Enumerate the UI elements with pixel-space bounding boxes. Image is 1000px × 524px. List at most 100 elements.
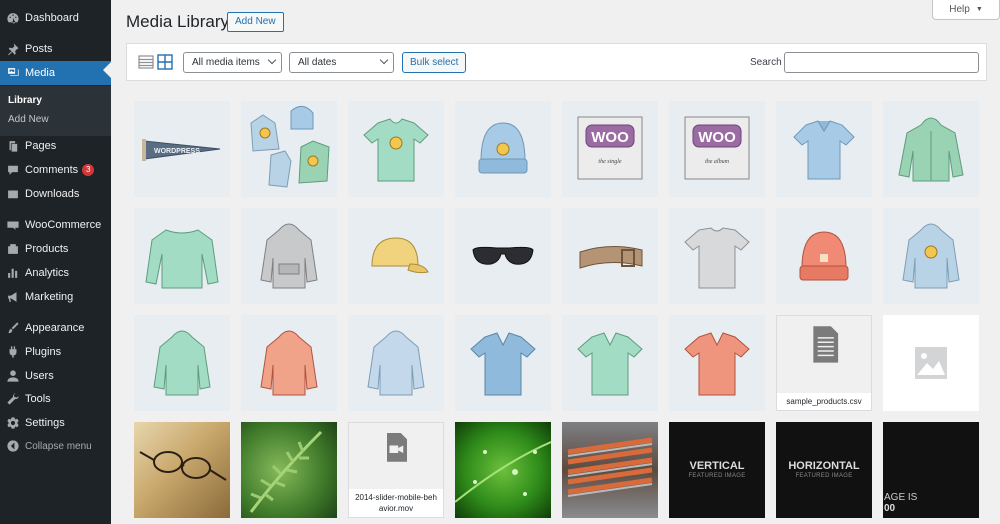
featured-image-subtitle: FEATURED IMAGE (688, 473, 746, 479)
attachment-vneck-tee-green[interactable] (348, 101, 444, 197)
comments-count-badge: 3 (82, 164, 95, 176)
attachment-polo-blue[interactable] (776, 101, 872, 197)
longsleeve-image (145, 229, 219, 289)
sidebar-item-media[interactable]: Media (0, 61, 111, 85)
attachment-hoodie-lightblue[interactable] (348, 315, 444, 411)
grid-view-button[interactable] (157, 54, 173, 70)
attachment-cap-yellow[interactable] (348, 208, 444, 304)
sidebar-item-appearance[interactable]: Appearance (0, 317, 111, 339)
woo-album-image: WOO the album (684, 116, 750, 180)
glasses-photo-image (139, 451, 227, 481)
sidebar-item-marketing[interactable]: Marketing (0, 286, 111, 308)
comment-icon (6, 163, 20, 177)
sidebar-item-analytics[interactable]: Analytics (0, 262, 111, 284)
attachment-vertical-featured-image[interactable]: VERTICAL FEATURED IMAGE (669, 422, 765, 518)
list-view-button[interactable] (138, 54, 154, 70)
sidebar-item-label: Dashboard (25, 12, 79, 24)
tshirt-image (470, 332, 536, 396)
sidebar-item-label: Analytics (25, 267, 70, 279)
bulk-select-button[interactable]: Bulk select (402, 52, 467, 73)
search-label: Search (750, 57, 782, 68)
submenu-item-add-new[interactable]: Add New (8, 114, 49, 125)
sidebar-item-dashboard[interactable]: Dashboard (0, 7, 111, 29)
leaf-drops-photo-image (455, 441, 551, 503)
attachment-food-photo[interactable] (562, 422, 658, 518)
sidebar-item-woocommerce[interactable]: WooCommerce (0, 214, 111, 236)
add-new-button[interactable]: Add New (227, 12, 284, 32)
active-menu-arrow (103, 62, 111, 78)
tshirt-image (363, 118, 429, 182)
settings-icon (6, 416, 20, 430)
featured-image-title: AGE IS (884, 492, 918, 503)
attachment-woo-single[interactable]: WOO the single (562, 101, 658, 197)
sidebar-item-label: WooCommerce (25, 219, 102, 231)
video-file-icon (387, 433, 407, 462)
attachment-logo-collection[interactable] (241, 101, 337, 197)
grid-view-icon (157, 54, 173, 70)
attachment-glasses-photo[interactable] (134, 422, 230, 518)
sidebar-item-posts[interactable]: Posts (0, 38, 111, 60)
sidebar-item-label: Plugins (25, 346, 62, 358)
sidebar-item-plugins[interactable]: Plugins (0, 341, 111, 363)
media-type-filter[interactable]: All media items (183, 52, 282, 73)
sidebar-item-label: Marketing (25, 291, 74, 303)
sidebar-item-label: Users (25, 370, 54, 382)
sidebar-item-pages[interactable]: Pages (0, 135, 111, 157)
sidebar-item-tools[interactable]: Tools (0, 388, 111, 410)
collapse-menu-button[interactable]: Collapse menu (0, 435, 111, 457)
polo-shirt-image (793, 120, 855, 180)
sidebar-item-label: Tools (25, 393, 51, 405)
sidebar-item-label: Media (25, 67, 55, 79)
beanie-image (478, 122, 528, 174)
attachment-csv-file[interactable]: sample_products.csv (776, 315, 872, 411)
attachment-hoodie-orange[interactable] (241, 315, 337, 411)
collapse-icon (6, 439, 20, 453)
attachment-filename: sample_products.csv (777, 393, 871, 410)
belt-image (579, 246, 643, 269)
sidebar-item-settings[interactable]: Settings (0, 412, 111, 434)
sidebar-item-users[interactable]: Users (0, 365, 111, 387)
attachment-beanie-orange[interactable] (776, 208, 872, 304)
featured-image-subtitle: 00 (884, 503, 896, 514)
help-label: Help (949, 4, 970, 15)
attachment-sunglasses[interactable] (455, 208, 551, 304)
attachment-tshirt-gray[interactable] (669, 208, 765, 304)
attachment-longsleeve-green[interactable] (134, 208, 230, 304)
attachment-placeholder-image[interactable] (883, 315, 979, 411)
attachment-hoodie-gray[interactable] (241, 208, 337, 304)
attachment-hoodie-blue-logo[interactable] (883, 208, 979, 304)
attachment-fern-photo[interactable] (241, 422, 337, 518)
attachment-vneck-green[interactable] (562, 315, 658, 411)
chevron-down-icon (379, 55, 389, 65)
help-tab-button[interactable]: Help ▼ (932, 0, 1000, 20)
woocommerce-icon (6, 218, 20, 232)
submenu-item-library[interactable]: Library (8, 95, 42, 106)
admin-sidebar: Dashboard Posts Media Library Add New Pa… (0, 0, 111, 524)
single-caption: the single (598, 159, 621, 165)
attachment-vneck-orange[interactable] (669, 315, 765, 411)
attachment-horizontal-featured-image[interactable]: HORIZONTAL FEATURED IMAGE (776, 422, 872, 518)
attachment-filename: 2014-slider-mobile-behavior.mov (349, 489, 443, 517)
attachment-video-file[interactable]: 2014-slider-mobile-behavior.mov (348, 422, 444, 518)
attachment-pennant[interactable]: WORDPRESS (134, 101, 230, 197)
search-input[interactable] (784, 52, 979, 73)
attachment-partial-featured-image[interactable]: AGE IS 00 (883, 422, 979, 518)
plug-icon (6, 345, 20, 359)
attachment-leaf-drops-photo[interactable] (455, 422, 551, 518)
sunglasses-image (472, 246, 534, 265)
sidebar-item-label: Downloads (25, 188, 80, 200)
featured-image-subtitle: FEATURED IMAGE (795, 473, 853, 479)
attachment-beanie-blue[interactable] (455, 101, 551, 197)
date-filter[interactable]: All dates (289, 52, 394, 73)
attachment-hoodie-green[interactable] (134, 315, 230, 411)
woo-single-image: WOO the single (577, 116, 643, 180)
attachment-woo-album[interactable]: WOO the album (669, 101, 765, 197)
sidebar-item-comments[interactable]: Comments 3 (0, 159, 111, 181)
sidebar-item-products[interactable]: Products (0, 238, 111, 260)
attachment-belt[interactable] (562, 208, 658, 304)
attachment-hoodie-green-zip[interactable] (883, 101, 979, 197)
sidebar-item-downloads[interactable]: Downloads (0, 183, 111, 205)
hoodie-image (153, 330, 211, 396)
woo-logo-text: WOO (591, 129, 629, 146)
attachment-vneck-blue[interactable] (455, 315, 551, 411)
